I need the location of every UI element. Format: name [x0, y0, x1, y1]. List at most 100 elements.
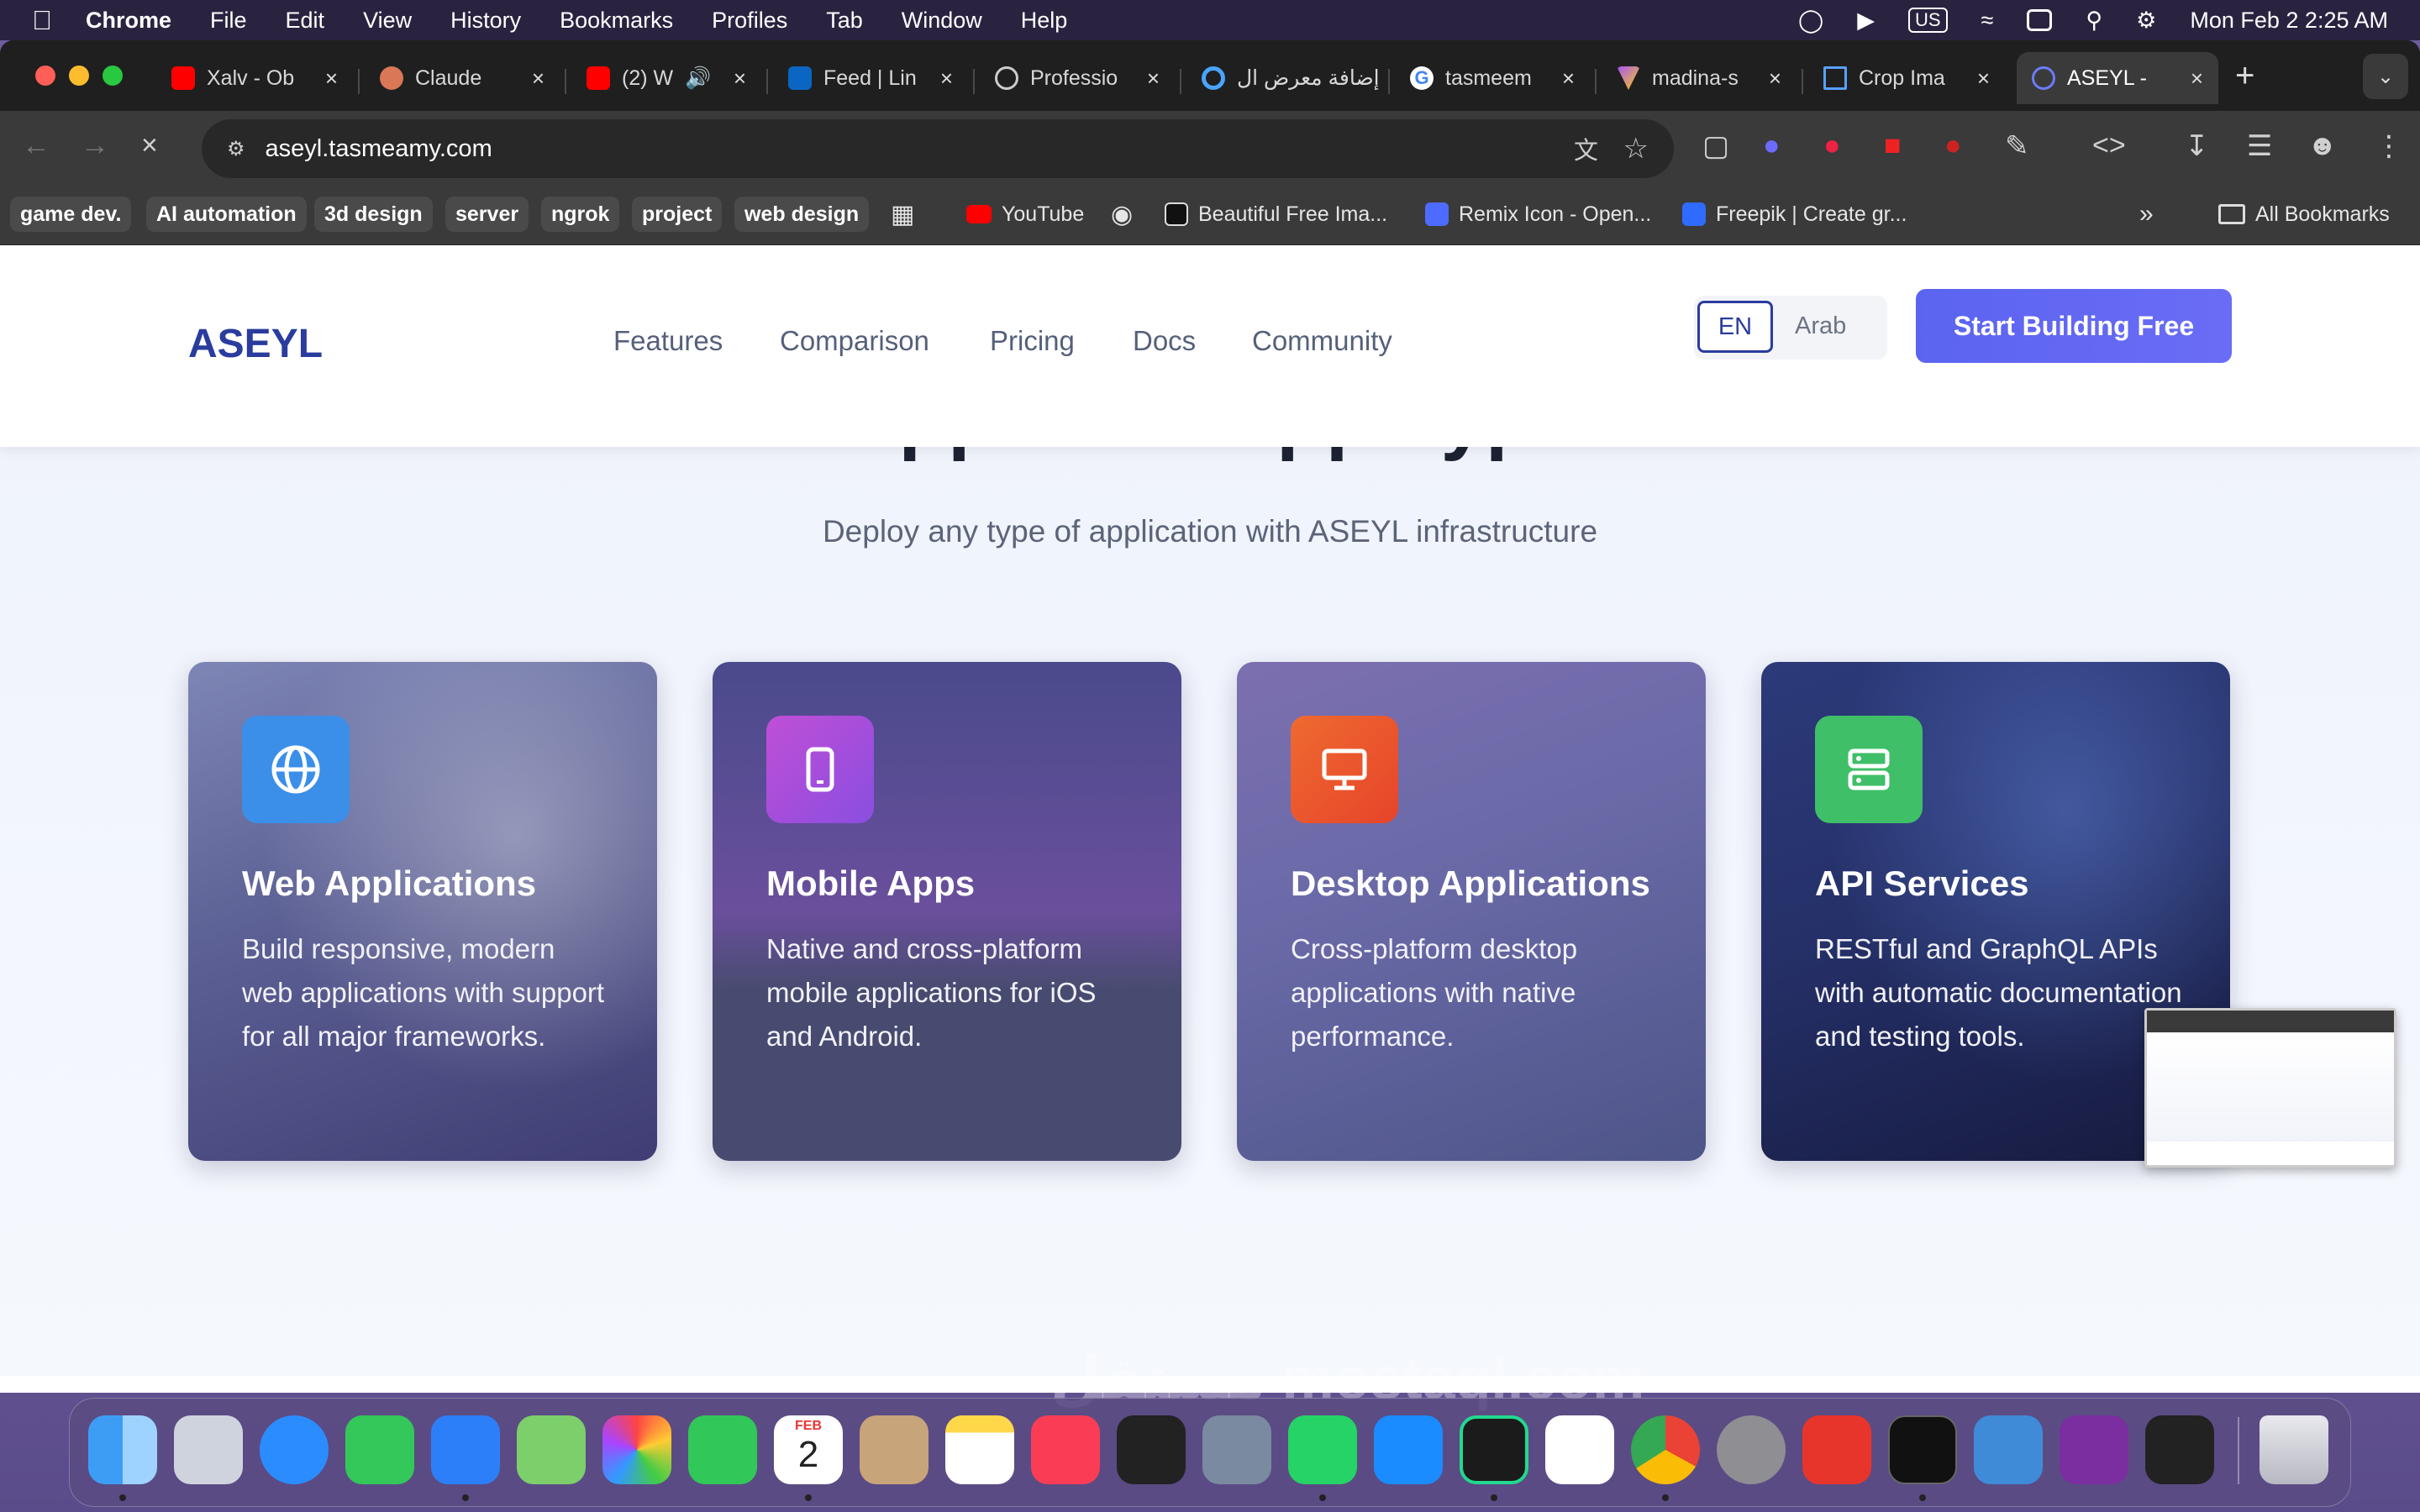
address-bar[interactable]: ⚙ aseyl.tasmeamy.com 文 ☆	[202, 119, 1674, 178]
tab-4[interactable]: Professio ×	[980, 52, 1175, 104]
menu-file[interactable]: File	[210, 8, 247, 34]
tab-3[interactable]: Feed | Lin ×	[773, 52, 968, 104]
site-info-icon[interactable]: ⚙	[227, 137, 245, 161]
menu-tab[interactable]: Tab	[826, 8, 863, 34]
nav-pricing[interactable]: Pricing	[990, 325, 1075, 357]
zoom-window-button[interactable]	[103, 66, 123, 86]
finder-icon[interactable]	[88, 1415, 157, 1484]
tab-2[interactable]: (2) W 🔊 ×	[571, 52, 761, 104]
menu-window[interactable]: Window	[902, 8, 982, 34]
lang-en-button[interactable]: EN	[1697, 301, 1773, 353]
profile-avatar-icon[interactable]: ☻	[2307, 129, 2338, 162]
start-building-button[interactable]: Start Building Free	[1916, 289, 2232, 363]
tab-6[interactable]: Gtasmeem ×	[1395, 52, 1590, 104]
control-center-icon[interactable]: ⚙	[2136, 8, 2156, 34]
messages-icon[interactable]	[345, 1415, 414, 1484]
stop-loading-icon[interactable]: ×	[141, 129, 158, 162]
extension-icon[interactable]: ●	[1763, 129, 1781, 162]
extension-icon[interactable]: ▢	[1702, 129, 1729, 163]
battery-icon[interactable]	[2027, 9, 2053, 31]
vscode-icon[interactable]	[1545, 1415, 1614, 1484]
all-bookmarks[interactable]: All Bookmarks	[2218, 197, 2390, 232]
extension-icon[interactable]: ■	[1884, 129, 1902, 162]
menu-app-name[interactable]: Chrome	[86, 8, 171, 34]
bookmark-star-icon[interactable]: ☆	[1623, 132, 1649, 165]
bookmarks-overflow-icon[interactable]: »	[2139, 197, 2154, 232]
trash-icon[interactable]	[2260, 1415, 2328, 1484]
maps-icon[interactable]	[517, 1415, 586, 1484]
bookmark-folder[interactable]: web design	[734, 197, 870, 232]
close-tab-icon[interactable]: ×	[1562, 66, 1575, 92]
tab-1[interactable]: Claude ×	[365, 52, 560, 104]
lang-arab-button[interactable]: Arab	[1795, 312, 1846, 340]
site-logo[interactable]: ASEYL	[188, 321, 323, 367]
files-icon[interactable]	[1974, 1415, 2043, 1484]
pycharm-icon[interactable]	[1460, 1415, 1528, 1484]
apps-grid-icon[interactable]: ▦	[891, 197, 914, 232]
card-desktop-applications[interactable]: Desktop Applications Cross-platform desk…	[1237, 662, 1706, 1161]
activity-monitor-icon[interactable]	[1117, 1415, 1186, 1484]
nav-community[interactable]: Community	[1252, 325, 1392, 357]
chrome-icon[interactable]	[1631, 1415, 1700, 1484]
close-tab-icon[interactable]: ×	[532, 66, 544, 92]
translate-icon[interactable]: 文	[1574, 131, 1598, 166]
back-arrow-icon[interactable]: ←	[22, 129, 50, 162]
globe-icon[interactable]: ◉	[1111, 197, 1133, 232]
keyboard-input-badge[interactable]: US	[1907, 8, 1948, 33]
tab-0[interactable]: Xalv - Ob ×	[156, 52, 353, 104]
menu-edit[interactable]: Edit	[286, 8, 325, 34]
close-tab-icon[interactable]: ×	[734, 66, 746, 92]
wps-icon[interactable]	[1802, 1415, 1871, 1484]
menu-bookmarks[interactable]: Bookmarks	[560, 8, 673, 34]
monitor-app-icon[interactable]	[2145, 1415, 2214, 1484]
close-tab-icon[interactable]: ×	[1147, 66, 1160, 92]
menu-profiles[interactable]: Profiles	[712, 8, 787, 34]
devtools-code-icon[interactable]: <>	[2092, 129, 2126, 162]
address-text[interactable]: aseyl.tasmeamy.com	[266, 135, 492, 163]
menubar-clock[interactable]: Mon Feb 2 2:25 AM	[2190, 8, 2388, 34]
bookmark-folder[interactable]: ngrok	[541, 197, 620, 232]
safari-icon[interactable]	[260, 1415, 329, 1484]
loop-icon[interactable]	[2060, 1415, 2128, 1484]
tab-5[interactable]: إضافة معرض ال×	[1186, 52, 1383, 104]
whatsapp-icon[interactable]	[1288, 1415, 1357, 1484]
bookmark-unsplash[interactable]: Beautiful Free Ima...	[1165, 197, 1387, 232]
tab-8[interactable]: Crop Ima ×	[1808, 52, 2005, 104]
terminal-icon[interactable]	[1888, 1415, 1957, 1484]
system-settings-icon[interactable]	[1717, 1415, 1786, 1484]
close-tab-icon[interactable]: ×	[1769, 66, 1781, 92]
app-store-icon[interactable]	[1374, 1415, 1443, 1484]
nav-comparison[interactable]: Comparison	[780, 325, 929, 357]
calendar-icon[interactable]: FEB 2	[774, 1415, 843, 1484]
menu-view[interactable]: View	[363, 8, 412, 34]
chrome-menu-icon[interactable]: ⋮	[2375, 129, 2403, 163]
close-tab-icon[interactable]: ×	[940, 66, 953, 92]
apple-icon[interactable]: 	[32, 5, 52, 36]
airpods-icon[interactable]: ◯	[1798, 8, 1823, 34]
simulator-icon[interactable]	[1202, 1415, 1271, 1484]
notes-icon[interactable]	[945, 1415, 1014, 1484]
tab-7[interactable]: madina-s ×	[1602, 52, 1797, 104]
close-tab-icon[interactable]: ×	[325, 66, 338, 92]
puzzle-extensions-icon[interactable]: ✎	[2005, 129, 2029, 163]
bookmark-youtube[interactable]: YouTube	[966, 197, 1084, 232]
bookmark-folder[interactable]: server	[445, 197, 529, 232]
bookmark-folder[interactable]: AI automation	[146, 197, 307, 232]
card-mobile-apps[interactable]: Mobile Apps Native and cross-platform mo…	[713, 662, 1181, 1161]
facetime-icon[interactable]	[688, 1415, 757, 1484]
wifi-icon[interactable]: ≈	[1981, 8, 1994, 34]
screenshot-preview-thumbnail[interactable]	[2144, 1008, 2396, 1168]
media-queue-icon[interactable]: ☰	[2247, 129, 2272, 163]
contacts-icon[interactable]	[860, 1415, 929, 1484]
new-tab-button[interactable]: +	[2235, 57, 2254, 95]
tab-search-button[interactable]: ⌄	[2363, 54, 2408, 99]
bookmark-remix-icon[interactable]: Remix Icon - Open...	[1425, 197, 1651, 232]
forward-arrow-icon[interactable]: →	[81, 129, 109, 162]
bookmark-freepik[interactable]: Freepik | Create gr...	[1682, 197, 1907, 232]
menu-help[interactable]: Help	[1021, 8, 1068, 34]
bookmark-folder[interactable]: game dev.	[10, 197, 132, 232]
tab-active[interactable]: ASEYL - ×	[2017, 52, 2218, 104]
menu-history[interactable]: History	[450, 8, 521, 34]
mail-icon[interactable]	[431, 1415, 500, 1484]
spotlight-search-icon[interactable]: ⚲	[2086, 8, 2102, 34]
